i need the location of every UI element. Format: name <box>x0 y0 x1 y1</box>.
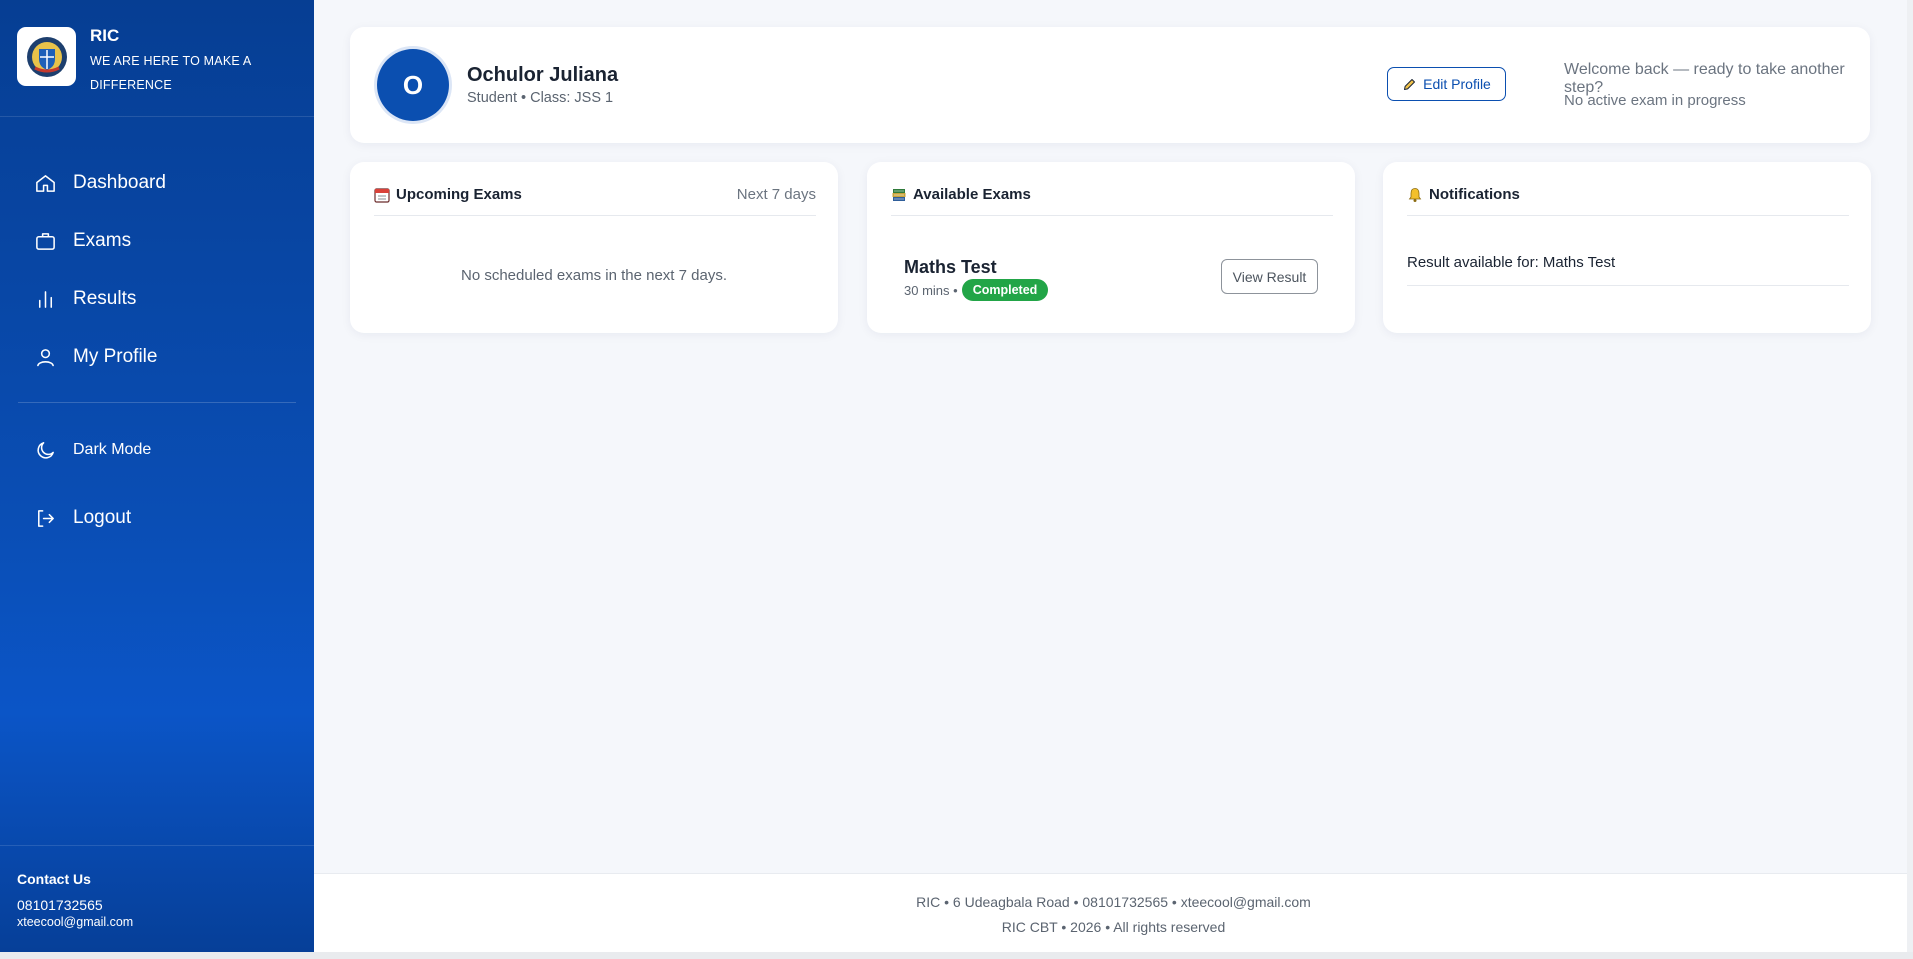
student-name: Ochulor Juliana <box>467 64 619 86</box>
card-header: Upcoming Exams Next 7 days <box>374 186 816 216</box>
scrollbar[interactable] <box>1907 0 1913 952</box>
sidebar: RIC WE ARE HERE TO MAKE A DIFFERENCE Das… <box>0 0 314 952</box>
sidebar-item-dashboard[interactable]: Dashboard <box>0 154 314 212</box>
notifications-card: Notifications Result available for: Math… <box>1383 162 1871 333</box>
main-content: O Ochulor Juliana Student • Class: JSS 1… <box>314 0 1913 952</box>
logout-icon <box>38 509 54 527</box>
card-title: Notifications <box>1407 186 1520 203</box>
brand: RIC WE ARE HERE TO MAKE A DIFFERENCE <box>0 0 314 117</box>
pencil-icon <box>1404 78 1416 90</box>
student-class: Student • Class: JSS 1 <box>467 90 614 106</box>
exam-duration: 30 mins • <box>904 282 958 298</box>
page-footer: RIC • 6 Udeagbala Road • 08101732565 • x… <box>314 873 1913 952</box>
upcoming-title: Upcoming Exams <box>396 186 522 203</box>
bar-chart-icon <box>38 290 53 308</box>
contact-section: Contact Us 08101732565 xteecool@gmail.co… <box>0 845 314 952</box>
nav-divider <box>18 402 296 403</box>
sidebar-item-results[interactable]: Results <box>0 270 314 328</box>
exam-status: No active exam in progress <box>1564 92 1746 109</box>
sidebar-item-label: My Profile <box>73 346 158 367</box>
avatar: O <box>377 49 449 121</box>
notification-item[interactable]: Result available for: Maths Test <box>1407 254 1849 286</box>
exam-title: Maths Test <box>904 257 997 277</box>
card-title: Upcoming Exams <box>374 186 522 203</box>
profile-card: O Ochulor Juliana Student • Class: JSS 1… <box>350 27 1870 143</box>
edit-profile-button[interactable]: Edit Profile <box>1387 67 1506 101</box>
brand-tagline: WE ARE HERE TO MAKE A DIFFERENCE <box>90 54 251 92</box>
dark-mode-toggle[interactable]: Dark Mode <box>0 421 314 479</box>
card-header: Notifications <box>1407 186 1849 216</box>
contact-phone: 08101732565 <box>17 897 103 913</box>
logout-button[interactable]: Logout <box>0 489 314 547</box>
footer-copyright: RIC CBT • 2026 • All rights reserved <box>1001 919 1226 935</box>
upcoming-range: Next 7 days <box>736 186 816 203</box>
notifications-title: Notifications <box>1429 186 1520 203</box>
card-title: Available Exams <box>891 186 1031 203</box>
contact-title: Contact Us <box>17 871 91 887</box>
exam-meta: 30 mins • Completed <box>904 279 1049 301</box>
sidebar-item-label: Dashboard <box>73 172 166 193</box>
user-icon <box>37 348 54 366</box>
sidebar-item-label: Exams <box>73 230 132 251</box>
brand-title: RIC <box>90 26 120 45</box>
window-bottom-edge <box>0 952 1913 959</box>
sidebar-item-label: Results <box>73 288 137 309</box>
sidebar-nav: Dashboard Exams Results My Profile Dark … <box>0 117 314 547</box>
upcoming-exams-card: Upcoming Exams Next 7 days No scheduled … <box>350 162 838 333</box>
moon-icon <box>37 441 54 459</box>
logout-label: Logout <box>73 507 132 528</box>
status-badge: Completed <box>961 279 1049 301</box>
bell-icon <box>1408 187 1422 202</box>
calendar-icon <box>374 187 390 203</box>
available-title: Available Exams <box>913 186 1031 203</box>
sidebar-item-exams[interactable]: Exams <box>0 212 314 270</box>
footer-address: RIC • 6 Udeagbala Road • 08101732565 • x… <box>916 894 1311 910</box>
available-exams-card: Available Exams Maths Test 30 mins • Com… <box>867 162 1355 333</box>
briefcase-icon <box>36 232 55 250</box>
empty-message: No scheduled exams in the next 7 days. <box>461 267 727 284</box>
edit-profile-label: Edit Profile <box>1423 76 1491 92</box>
card-header: Available Exams <box>891 186 1333 216</box>
dark-mode-label: Dark Mode <box>73 441 152 458</box>
home-icon <box>36 174 55 192</box>
view-result-button[interactable]: View Result <box>1221 259 1318 294</box>
books-icon <box>892 188 906 201</box>
school-logo <box>17 27 76 86</box>
sidebar-item-profile[interactable]: My Profile <box>0 328 314 386</box>
contact-email: xteecool@gmail.com <box>17 915 134 929</box>
